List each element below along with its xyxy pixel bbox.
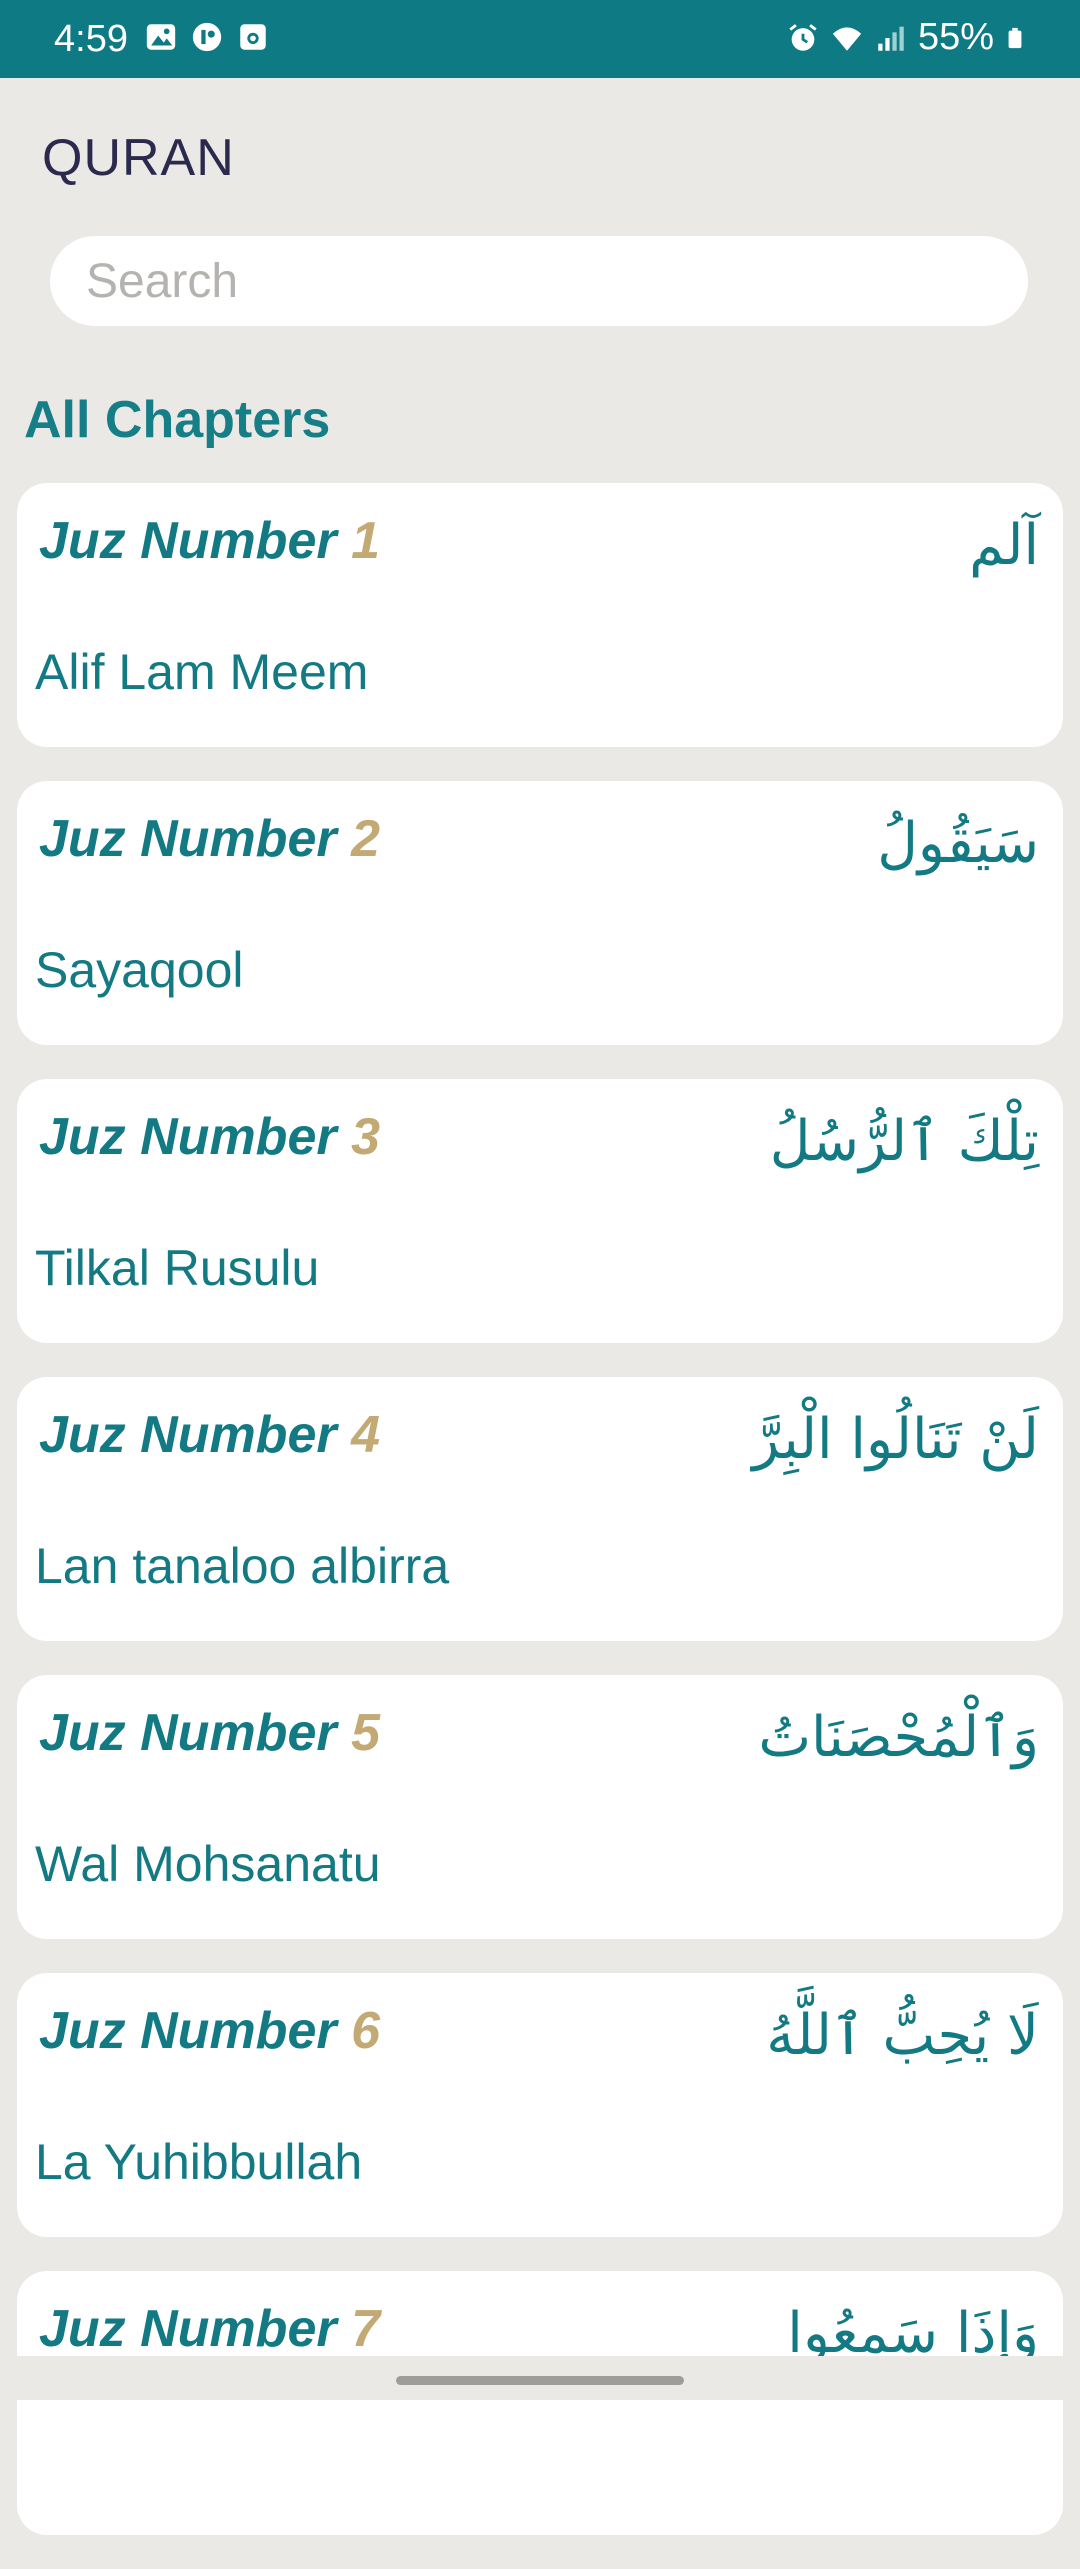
search-bar[interactable] <box>50 236 1028 326</box>
battery-percentage: 55% <box>917 16 994 58</box>
juz-card-5[interactable]: Juz Number 5 وَٱلْمُحْصَنَاتُ Wal Mohsan… <box>17 1675 1063 1939</box>
juz-card-3[interactable]: Juz Number 3 تِلْكَ ٱلرُّسُلُ Tilkal Rus… <box>17 1079 1063 1343</box>
juz-label: Juz Number <box>39 1406 337 1464</box>
juz-label: Juz Number <box>39 512 337 570</box>
juz-name: Lan tanaloo albirra <box>35 1538 450 1594</box>
status-time: 4:59 <box>54 18 128 60</box>
search-input[interactable] <box>84 252 994 310</box>
image-icon <box>146 24 176 50</box>
section-heading: All Chapters <box>24 391 331 449</box>
juz-name: Tilkal Rusulu <box>35 1240 320 1296</box>
battery-icon <box>1008 27 1022 48</box>
page-title: QURAN <box>42 129 235 187</box>
juz-card-7[interactable]: Juz Number 7 وَإِذَا سَمِعُوا <box>17 2271 1063 2535</box>
juz-label: Juz Number <box>39 2002 337 2060</box>
juz-label: Juz Number <box>39 2300 337 2358</box>
juz-number: 7 <box>351 2300 380 2358</box>
signal-icon <box>878 26 904 51</box>
juz-number: 5 <box>351 1704 380 1762</box>
photo-app-icon <box>192 22 222 52</box>
status-bar: 4:59 55% <box>0 0 1080 78</box>
juz-number: 4 <box>351 1406 380 1464</box>
juz-number: 6 <box>351 2002 380 2060</box>
navigation-bar <box>0 2356 1080 2400</box>
juz-card-1[interactable]: Juz Number 1 آلم Alif Lam Meem <box>17 483 1063 747</box>
juz-list: Juz Number 1 آلم Alif Lam Meem Juz Numbe… <box>17 483 1063 2569</box>
wifi-icon <box>832 26 862 51</box>
juz-arabic-title: لَا يُحِبُّ ٱللَّهُ <box>766 2003 1039 2068</box>
juz-number: 2 <box>351 810 380 868</box>
juz-arabic-title: تِلْكَ ٱلرُّسُلُ <box>769 1109 1039 1174</box>
juz-card-2[interactable]: Juz Number 2 سَيَقُولُ Sayaqool <box>17 781 1063 1045</box>
juz-number: 3 <box>351 1108 380 1166</box>
juz-card-4[interactable]: Juz Number 4 لَنْ تَنَالُوا الْبِرَّ Lan… <box>17 1377 1063 1641</box>
juz-arabic-title: وَٱلْمُحْصَنَاتُ <box>758 1705 1039 1770</box>
home-gesture-handle[interactable] <box>396 2376 684 2385</box>
juz-arabic-title: لَنْ تَنَالُوا الْبِرَّ <box>752 1407 1039 1472</box>
juz-number: 1 <box>351 512 380 570</box>
juz-name: Wal Mohsanatu <box>35 1836 381 1892</box>
alarm-icon <box>789 23 817 51</box>
juz-label: Juz Number <box>39 1108 337 1166</box>
juz-name: Sayaqool <box>35 942 244 998</box>
juz-card-6[interactable]: Juz Number 6 لَا يُحِبُّ ٱللَّهُ La Yuhi… <box>17 1973 1063 2237</box>
juz-name: La Yuhibbullah <box>35 2134 363 2190</box>
juz-label: Juz Number <box>39 1704 337 1762</box>
juz-label: Juz Number <box>39 810 337 868</box>
juz-arabic-title: آلم <box>969 513 1039 578</box>
juz-name: Alif Lam Meem <box>35 644 369 700</box>
screenshot-icon <box>240 24 266 50</box>
juz-arabic-title: سَيَقُولُ <box>877 811 1039 876</box>
